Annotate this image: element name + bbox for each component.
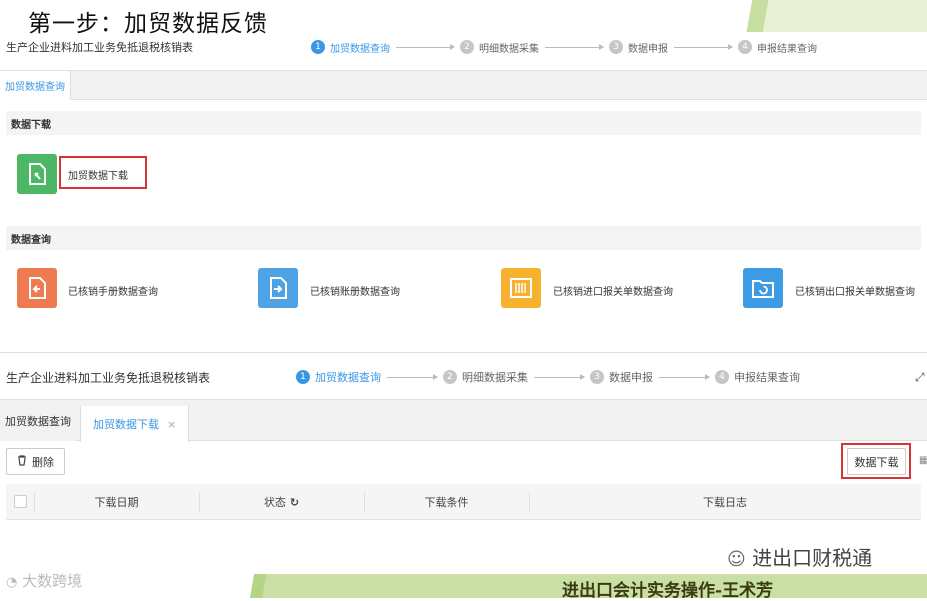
step-2[interactable]: 2 明细数据采集 [443,369,528,385]
slide-title: 第一步：加贸数据反馈 [28,11,268,37]
tab-data-download[interactable]: 加贸数据下载 × [80,406,190,442]
table-icon[interactable]: ▦ [919,455,927,466]
select-all-checkbox[interactable] [14,495,27,508]
step-4[interactable]: 4 申报结果查询 [738,40,817,55]
brand-logo-icon: ◔ [6,575,18,590]
step-arrow [545,43,604,50]
folder-refresh-icon[interactable] [743,268,783,308]
tile-label-handbook-query[interactable]: 已核销手册数据查询 [68,283,158,298]
step-2[interactable]: 2 明细数据采集 [460,40,539,55]
tile-label-export-query[interactable]: 已核销出口报关单数据查询 [795,283,915,298]
step-3[interactable]: 3 数据申报 [590,369,653,385]
header-download-log[interactable]: 下载日志 [529,484,921,520]
document-arrow-icon[interactable] [258,268,298,308]
app-title: 生产企业进料加工业务免抵退税核销表 [6,370,211,385]
document-download-icon[interactable] [17,154,57,194]
step-indicator: 1 加贸数据查询 2 明细数据采集 3 数据申报 4 申报结果查询 [296,369,800,385]
fullscreen-icon[interactable]: ⤢ [915,370,925,385]
decorative-banner-top [738,0,927,32]
table-header: 下载日期 状态 ↻ 下载条件 下载日志 [6,484,921,520]
header-download-date[interactable]: 下载日期 [34,484,199,520]
step-arrow [396,43,455,50]
barcode-icon[interactable] [501,268,541,308]
step-arrow [659,373,710,380]
tile-label-trade-download[interactable]: 加贸数据下载 [68,167,128,182]
header-status-label: 状态 [263,496,286,509]
panel-data-query: 生产企业进料加工业务免抵退税核销表 1 加贸数据查询 2 明细数据采集 3 数据申报 … [0,34,927,350]
tab-data-query[interactable]: 加贸数据查询 [0,71,71,100]
step-4[interactable]: 4 申报结果查询 [715,369,800,385]
close-icon[interactable]: × [167,418,176,431]
wechat-icon: ☺ [727,549,746,570]
data-download-button[interactable]: 数据下载 [847,448,906,475]
header-row: 生产企业进料加工业务免抵退税核销表 1 加贸数据查询 2 明细数据采集 3 数据申报 … [0,37,927,57]
wechat-watermark-text: 进出口财税通 [752,546,873,570]
tab-data-query[interactable]: 加贸数据查询 [0,400,76,441]
step-indicator: 1 加贸数据查询 2 明细数据采集 3 数据申报 4 申报结果查询 [311,40,817,55]
header-download-condition[interactable]: 下载条件 [364,484,529,520]
trash-icon [17,454,27,469]
delete-button-label: 删除 [32,455,54,469]
app-title: 生产企业进料加工业务免抵退税核销表 [6,41,193,54]
step-arrow [387,373,438,380]
panel-data-download: 生产企业进料加工业务免抵退税核销表 1 加贸数据查询 2 明细数据采集 3 数据申报 … [0,352,927,570]
step-1[interactable]: 1 加贸数据查询 [296,369,381,385]
document-return-icon[interactable] [17,268,57,308]
header-row: 生产企业进料加工业务免抵退税核销表 1 加贸数据查询 2 明细数据采集 3 数据申报 … [0,366,927,388]
delete-button[interactable]: 删除 [6,448,65,475]
brand-watermark-text: 大数跨境 [22,572,83,590]
refresh-icon[interactable]: ↻ [290,496,299,509]
wechat-watermark: ☺ 进出口财税通 [727,542,872,571]
step-1[interactable]: 1 加贸数据查询 [311,40,390,55]
tab-bar: 加贸数据查询 [0,70,927,100]
tile-label-import-query[interactable]: 已核销进口报关单数据查询 [553,283,673,298]
footer-caption: 进出口会计实务操作-王术芳 [562,581,774,601]
header-status[interactable]: 状态 ↻ [199,484,364,520]
step-3[interactable]: 3 数据申报 [609,40,668,55]
tab-label: 加贸数据下载 [93,418,159,431]
step-arrow [534,373,585,380]
brand-watermark: ◔ 大数跨境 [6,570,82,591]
tab-bar: 加贸数据查询 加贸数据下载 × [0,399,927,442]
section-download: 数据下载 [6,111,921,135]
section-query: 数据查询 [6,226,921,250]
step-arrow [674,43,733,50]
tile-label-account-query[interactable]: 已核销账册数据查询 [310,283,400,298]
